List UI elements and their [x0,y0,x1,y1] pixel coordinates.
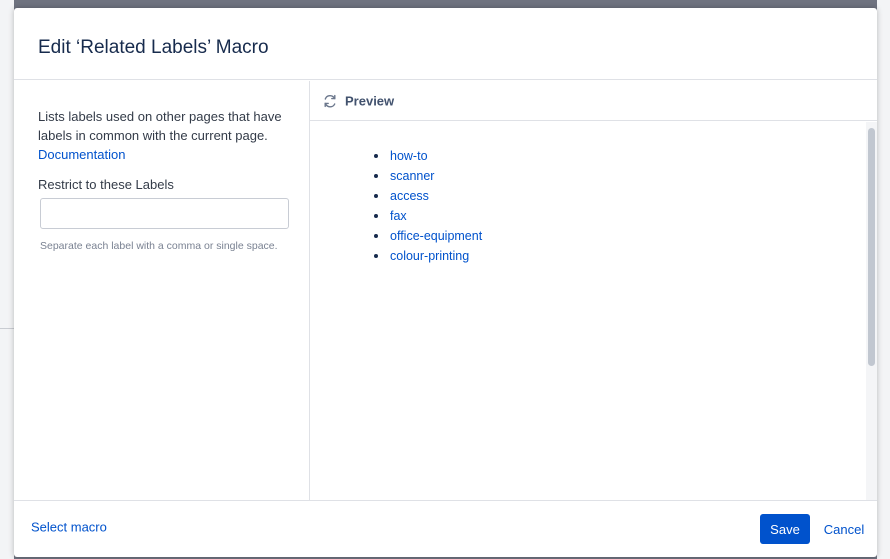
restrict-labels-label: Restrict to these Labels [38,177,174,192]
list-item: colour-printing [370,246,482,266]
background-page-right-edge [877,0,890,559]
macro-editor-dialog: Edit ‘Related Labels’ Macro Lists labels… [14,8,877,557]
bullet-icon [374,154,378,158]
related-labels-list: how-to scanner access fax office-equipme… [370,146,482,266]
label-link[interactable]: access [390,189,429,203]
preview-panel: Preview how-to scanner access fax office… [310,81,877,500]
preview-scrollbar-thumb[interactable] [868,128,875,366]
label-link[interactable]: fax [390,209,407,223]
preview-scrollbar[interactable] [866,122,877,500]
dialog-title: Edit ‘Related Labels’ Macro [38,37,269,58]
select-macro-link[interactable]: Select macro [31,520,107,535]
label-link[interactable]: scanner [390,169,434,183]
cancel-button[interactable]: Cancel [816,514,872,544]
save-button[interactable]: Save [760,514,810,544]
label-link[interactable]: colour-printing [390,249,469,263]
bullet-icon [374,254,378,258]
bullet-icon [374,174,378,178]
preview-body: how-to scanner access fax office-equipme… [310,122,877,500]
bullet-icon [374,194,378,198]
documentation-link[interactable]: Documentation [38,147,125,162]
divider [0,328,14,329]
macro-description-text: Lists labels used on other pages that ha… [38,109,282,143]
dialog-header: Edit ‘Related Labels’ Macro [14,8,877,80]
bullet-icon [374,234,378,238]
list-item: fax [370,206,482,226]
label-link[interactable]: how-to [390,149,428,163]
restrict-labels-help: Separate each label with a comma or sing… [40,240,278,252]
list-item: office-equipment [370,226,482,246]
list-item: access [370,186,482,206]
dialog-footer: Select macro Save Cancel [14,500,877,557]
preview-header: Preview [310,81,877,121]
preview-title: Preview [345,93,395,109]
macro-parameters-panel: Lists labels used on other pages that ha… [14,81,310,500]
list-item: how-to [370,146,482,166]
refresh-icon[interactable] [322,93,338,109]
label-link[interactable]: office-equipment [390,229,482,243]
background-page-left-edge [0,0,14,559]
macro-description: Lists labels used on other pages that ha… [38,107,288,164]
restrict-labels-input[interactable] [40,198,289,229]
list-item: scanner [370,166,482,186]
bullet-icon [374,214,378,218]
